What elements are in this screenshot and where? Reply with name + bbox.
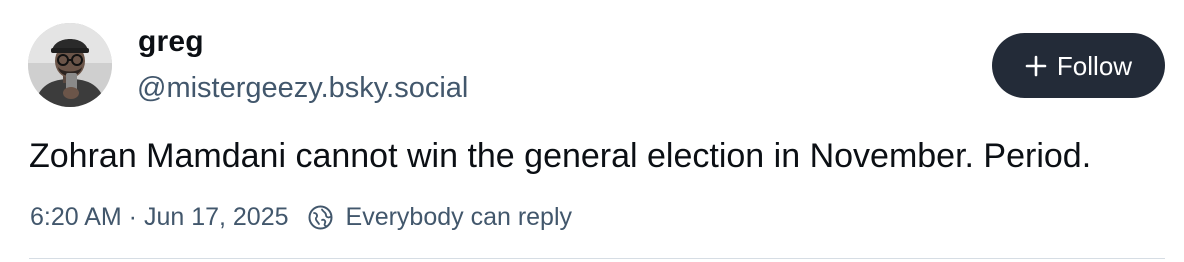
globe-reply-icon xyxy=(307,204,334,231)
divider xyxy=(29,258,1165,259)
author-display-name[interactable]: greg xyxy=(138,24,204,60)
avatar[interactable] xyxy=(28,23,112,107)
post-text: Zohran Mamdani cannot win the general el… xyxy=(29,137,1092,175)
reply-setting: Everybody can reply xyxy=(345,202,573,231)
follow-button[interactable]: Follow xyxy=(992,33,1165,98)
follow-button-label: Follow xyxy=(1056,50,1133,81)
post-card: greg @mistergeezy.bsky.social Follow Zoh… xyxy=(0,0,1184,262)
avatar-image xyxy=(28,23,112,107)
author-handle[interactable]: @mistergeezy.bsky.social xyxy=(137,70,468,106)
post-meta: 6:20 AM · Jun 17, 2025 Everybody can rep… xyxy=(30,200,572,234)
post-timestamp[interactable]: 6:20 AM · Jun 17, 2025 xyxy=(30,203,289,232)
plus-icon xyxy=(1025,55,1047,77)
